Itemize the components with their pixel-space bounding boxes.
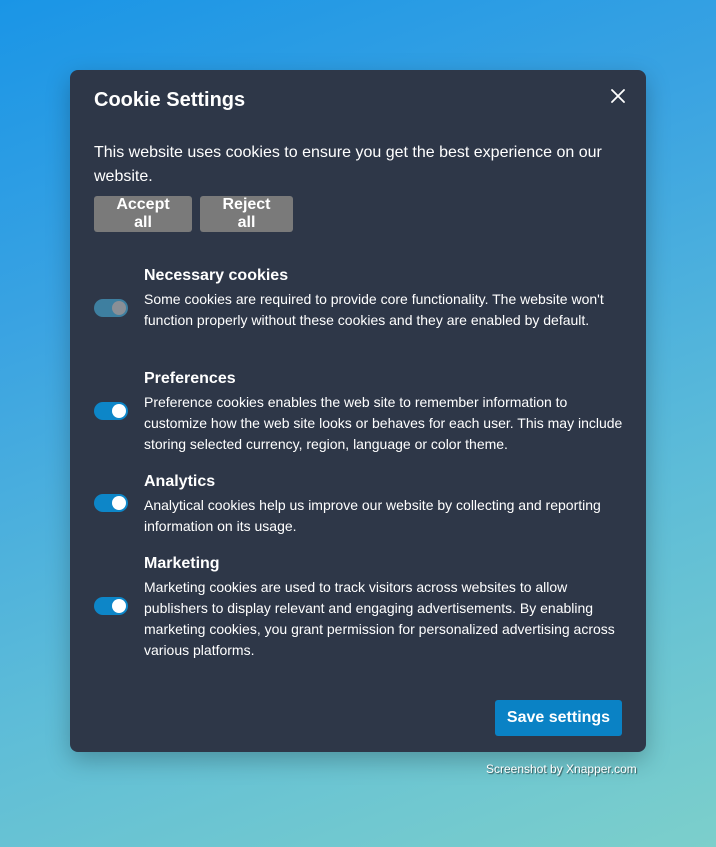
category-title: Preferences: [144, 370, 236, 387]
category-description: Some cookies are required to provide cor…: [144, 291, 604, 328]
category-description: Preference cookies enables the web site …: [144, 394, 623, 452]
close-icon: [611, 89, 625, 103]
accept-all-button[interactable]: Accept all: [94, 196, 192, 232]
category-description: Analytical cookies help us improve our w…: [144, 497, 601, 534]
cookie-settings-dialog: Cookie Settings This website uses cookie…: [70, 70, 646, 752]
category-title: Analytics: [144, 473, 216, 490]
preferences-toggle[interactable]: [94, 402, 128, 420]
toggle-knob: [112, 599, 126, 613]
category-necessary: Necessary cookies Some cookies are requi…: [94, 267, 624, 351]
screenshot-watermark: Screenshot by Xnapper.com: [486, 762, 637, 776]
toggle-knob: [112, 301, 126, 315]
toggle-knob: [112, 496, 126, 510]
toggle-knob: [112, 404, 126, 418]
close-button[interactable]: [606, 84, 630, 108]
category-title: Marketing: [144, 555, 220, 572]
marketing-toggle[interactable]: [94, 597, 128, 615]
category-preferences: Preferences Preference cookies enables t…: [94, 370, 624, 454]
category-marketing: Marketing Marketing cookies are used to …: [94, 555, 624, 660]
category-analytics: Analytics Analytical cookies help us imp…: [94, 473, 624, 536]
save-settings-button[interactable]: Save settings: [495, 700, 622, 736]
category-description: Marketing cookies are used to track visi…: [144, 579, 615, 658]
reject-all-button[interactable]: Reject all: [200, 196, 293, 232]
category-title: Necessary cookies: [144, 267, 289, 284]
analytics-toggle[interactable]: [94, 494, 128, 512]
intro-text: This website uses cookies to ensure you …: [94, 144, 602, 185]
dialog-title: Cookie Settings: [94, 89, 246, 111]
necessary-toggle[interactable]: [94, 299, 128, 317]
